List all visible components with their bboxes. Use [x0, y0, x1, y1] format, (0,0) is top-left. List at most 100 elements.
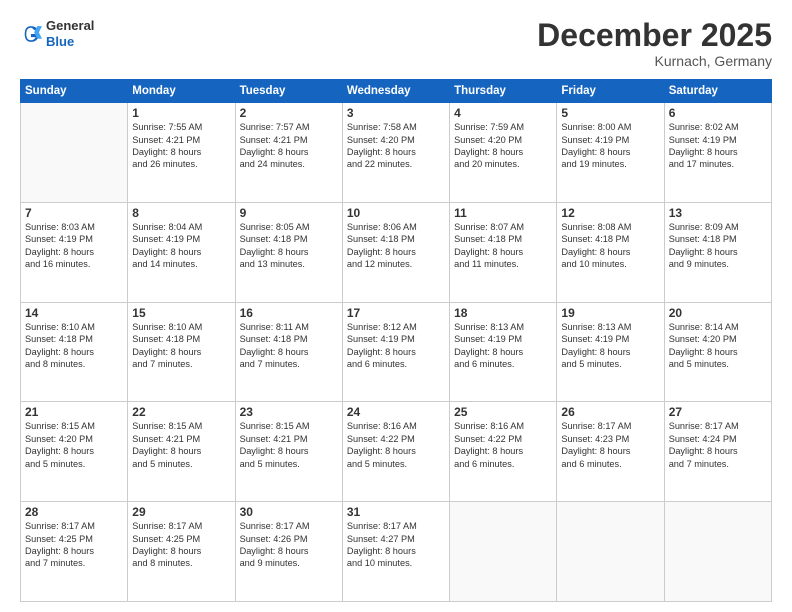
calendar-cell — [21, 103, 128, 203]
calendar-cell: 28Sunrise: 8:17 AMSunset: 4:25 PMDayligh… — [21, 502, 128, 602]
week-row-4: 21Sunrise: 8:15 AMSunset: 4:20 PMDayligh… — [21, 402, 772, 502]
day-number: 9 — [240, 206, 338, 220]
calendar-cell: 21Sunrise: 8:15 AMSunset: 4:20 PMDayligh… — [21, 402, 128, 502]
header-wednesday: Wednesday — [342, 80, 449, 103]
calendar-cell — [450, 502, 557, 602]
day-info: Sunrise: 8:17 AMSunset: 4:25 PMDaylight:… — [132, 520, 230, 570]
day-info: Sunrise: 8:16 AMSunset: 4:22 PMDaylight:… — [347, 420, 445, 470]
calendar-cell: 16Sunrise: 8:11 AMSunset: 4:18 PMDayligh… — [235, 302, 342, 402]
week-row-2: 7Sunrise: 8:03 AMSunset: 4:19 PMDaylight… — [21, 202, 772, 302]
calendar-cell: 9Sunrise: 8:05 AMSunset: 4:18 PMDaylight… — [235, 202, 342, 302]
day-info: Sunrise: 8:14 AMSunset: 4:20 PMDaylight:… — [669, 321, 767, 371]
week-row-1: 1Sunrise: 7:55 AMSunset: 4:21 PMDaylight… — [21, 103, 772, 203]
day-info: Sunrise: 8:17 AMSunset: 4:26 PMDaylight:… — [240, 520, 338, 570]
logo-blue: Blue — [46, 34, 94, 50]
calendar-table: Sunday Monday Tuesday Wednesday Thursday… — [20, 79, 772, 602]
calendar-cell: 13Sunrise: 8:09 AMSunset: 4:18 PMDayligh… — [664, 202, 771, 302]
calendar-cell: 11Sunrise: 8:07 AMSunset: 4:18 PMDayligh… — [450, 202, 557, 302]
day-info: Sunrise: 8:05 AMSunset: 4:18 PMDaylight:… — [240, 221, 338, 271]
day-number: 22 — [132, 405, 230, 419]
day-info: Sunrise: 8:15 AMSunset: 4:20 PMDaylight:… — [25, 420, 123, 470]
day-number: 21 — [25, 405, 123, 419]
day-info: Sunrise: 8:17 AMSunset: 4:27 PMDaylight:… — [347, 520, 445, 570]
day-info: Sunrise: 8:13 AMSunset: 4:19 PMDaylight:… — [454, 321, 552, 371]
day-info: Sunrise: 8:17 AMSunset: 4:24 PMDaylight:… — [669, 420, 767, 470]
day-number: 25 — [454, 405, 552, 419]
day-info: Sunrise: 8:17 AMSunset: 4:23 PMDaylight:… — [561, 420, 659, 470]
day-info: Sunrise: 7:59 AMSunset: 4:20 PMDaylight:… — [454, 121, 552, 171]
logo-icon — [20, 23, 42, 45]
header-sunday: Sunday — [21, 80, 128, 103]
day-info: Sunrise: 8:11 AMSunset: 4:18 PMDaylight:… — [240, 321, 338, 371]
header-monday: Monday — [128, 80, 235, 103]
day-info: Sunrise: 8:10 AMSunset: 4:18 PMDaylight:… — [25, 321, 123, 371]
header: General Blue December 2025 Kurnach, Germ… — [20, 18, 772, 69]
day-number: 19 — [561, 306, 659, 320]
month-title: December 2025 — [537, 18, 772, 53]
calendar-cell: 12Sunrise: 8:08 AMSunset: 4:18 PMDayligh… — [557, 202, 664, 302]
weekday-header-row: Sunday Monday Tuesday Wednesday Thursday… — [21, 80, 772, 103]
calendar-cell: 25Sunrise: 8:16 AMSunset: 4:22 PMDayligh… — [450, 402, 557, 502]
logo-text: General Blue — [46, 18, 94, 49]
day-info: Sunrise: 7:57 AMSunset: 4:21 PMDaylight:… — [240, 121, 338, 171]
calendar-cell: 29Sunrise: 8:17 AMSunset: 4:25 PMDayligh… — [128, 502, 235, 602]
day-info: Sunrise: 8:17 AMSunset: 4:25 PMDaylight:… — [25, 520, 123, 570]
day-number: 28 — [25, 505, 123, 519]
calendar-cell: 5Sunrise: 8:00 AMSunset: 4:19 PMDaylight… — [557, 103, 664, 203]
day-number: 27 — [669, 405, 767, 419]
calendar-cell: 10Sunrise: 8:06 AMSunset: 4:18 PMDayligh… — [342, 202, 449, 302]
day-number: 20 — [669, 306, 767, 320]
header-friday: Friday — [557, 80, 664, 103]
day-number: 13 — [669, 206, 767, 220]
header-saturday: Saturday — [664, 80, 771, 103]
page: General Blue December 2025 Kurnach, Germ… — [0, 0, 792, 612]
day-number: 8 — [132, 206, 230, 220]
calendar-cell: 6Sunrise: 8:02 AMSunset: 4:19 PMDaylight… — [664, 103, 771, 203]
calendar-cell: 22Sunrise: 8:15 AMSunset: 4:21 PMDayligh… — [128, 402, 235, 502]
day-info: Sunrise: 7:55 AMSunset: 4:21 PMDaylight:… — [132, 121, 230, 171]
day-info: Sunrise: 8:00 AMSunset: 4:19 PMDaylight:… — [561, 121, 659, 171]
title-block: December 2025 Kurnach, Germany — [537, 18, 772, 69]
day-info: Sunrise: 8:03 AMSunset: 4:19 PMDaylight:… — [25, 221, 123, 271]
calendar-cell: 20Sunrise: 8:14 AMSunset: 4:20 PMDayligh… — [664, 302, 771, 402]
day-number: 24 — [347, 405, 445, 419]
day-info: Sunrise: 8:09 AMSunset: 4:18 PMDaylight:… — [669, 221, 767, 271]
calendar-cell: 14Sunrise: 8:10 AMSunset: 4:18 PMDayligh… — [21, 302, 128, 402]
day-info: Sunrise: 8:08 AMSunset: 4:18 PMDaylight:… — [561, 221, 659, 271]
header-tuesday: Tuesday — [235, 80, 342, 103]
day-number: 14 — [25, 306, 123, 320]
calendar-cell: 4Sunrise: 7:59 AMSunset: 4:20 PMDaylight… — [450, 103, 557, 203]
calendar-cell — [664, 502, 771, 602]
day-number: 4 — [454, 106, 552, 120]
calendar-cell: 26Sunrise: 8:17 AMSunset: 4:23 PMDayligh… — [557, 402, 664, 502]
day-number: 1 — [132, 106, 230, 120]
day-number: 16 — [240, 306, 338, 320]
day-number: 12 — [561, 206, 659, 220]
day-number: 7 — [25, 206, 123, 220]
day-info: Sunrise: 8:12 AMSunset: 4:19 PMDaylight:… — [347, 321, 445, 371]
day-info: Sunrise: 8:06 AMSunset: 4:18 PMDaylight:… — [347, 221, 445, 271]
calendar-cell: 24Sunrise: 8:16 AMSunset: 4:22 PMDayligh… — [342, 402, 449, 502]
day-number: 5 — [561, 106, 659, 120]
header-thursday: Thursday — [450, 80, 557, 103]
calendar-cell: 30Sunrise: 8:17 AMSunset: 4:26 PMDayligh… — [235, 502, 342, 602]
calendar-cell: 2Sunrise: 7:57 AMSunset: 4:21 PMDaylight… — [235, 103, 342, 203]
calendar-cell: 23Sunrise: 8:15 AMSunset: 4:21 PMDayligh… — [235, 402, 342, 502]
calendar-cell: 27Sunrise: 8:17 AMSunset: 4:24 PMDayligh… — [664, 402, 771, 502]
day-info: Sunrise: 8:07 AMSunset: 4:18 PMDaylight:… — [454, 221, 552, 271]
day-number: 23 — [240, 405, 338, 419]
day-info: Sunrise: 8:10 AMSunset: 4:18 PMDaylight:… — [132, 321, 230, 371]
day-number: 2 — [240, 106, 338, 120]
calendar-cell: 7Sunrise: 8:03 AMSunset: 4:19 PMDaylight… — [21, 202, 128, 302]
logo: General Blue — [20, 18, 94, 49]
calendar-cell: 15Sunrise: 8:10 AMSunset: 4:18 PMDayligh… — [128, 302, 235, 402]
day-number: 3 — [347, 106, 445, 120]
day-info: Sunrise: 8:15 AMSunset: 4:21 PMDaylight:… — [240, 420, 338, 470]
calendar-cell: 3Sunrise: 7:58 AMSunset: 4:20 PMDaylight… — [342, 103, 449, 203]
logo-general: General — [46, 18, 94, 34]
calendar-cell: 31Sunrise: 8:17 AMSunset: 4:27 PMDayligh… — [342, 502, 449, 602]
day-number: 29 — [132, 505, 230, 519]
day-number: 31 — [347, 505, 445, 519]
day-number: 30 — [240, 505, 338, 519]
week-row-3: 14Sunrise: 8:10 AMSunset: 4:18 PMDayligh… — [21, 302, 772, 402]
